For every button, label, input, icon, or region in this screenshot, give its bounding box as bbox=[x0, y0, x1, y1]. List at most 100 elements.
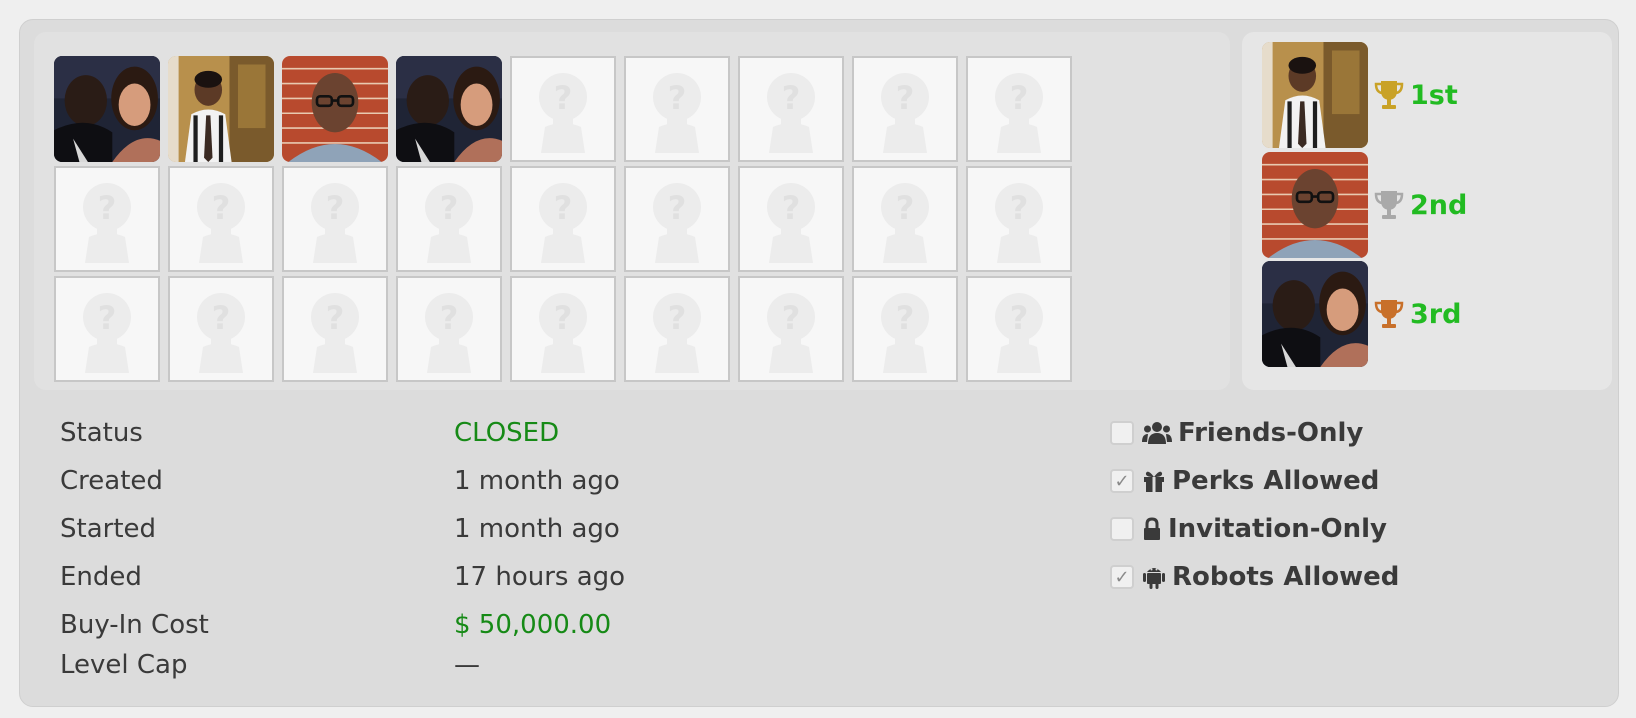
svg-text:?: ? bbox=[212, 189, 231, 227]
unknown-user-icon: ? bbox=[995, 293, 1043, 373]
android-icon bbox=[1142, 564, 1166, 590]
empty-slot: ? bbox=[966, 276, 1072, 382]
unknown-user-icon: ? bbox=[881, 183, 929, 263]
empty-slot: ? bbox=[396, 276, 502, 382]
svg-text:?: ? bbox=[554, 189, 573, 227]
option-perks-allowed: ✓ Perks Allowed bbox=[1110, 466, 1379, 496]
users-icon bbox=[1142, 420, 1172, 446]
participants-grid: ? ? ? ? ? ? ? ? ? ? ? ? ? ? ? ? ? ? ? ? … bbox=[54, 56, 1072, 382]
svg-text:?: ? bbox=[896, 189, 915, 227]
svg-text:?: ? bbox=[440, 299, 459, 337]
gold-trophy-icon bbox=[1374, 79, 1404, 111]
empty-slot: ? bbox=[510, 166, 616, 272]
silver-trophy-icon bbox=[1374, 189, 1404, 221]
unknown-user-icon: ? bbox=[311, 293, 359, 373]
empty-slot: ? bbox=[738, 276, 844, 382]
unknown-user-icon: ? bbox=[425, 293, 473, 373]
svg-text:?: ? bbox=[98, 189, 117, 227]
ended-label: Ended bbox=[60, 562, 142, 592]
winner-avatar[interactable] bbox=[1262, 42, 1368, 148]
svg-text:?: ? bbox=[440, 189, 459, 227]
participants-box: ? ? ? ? ? ? ? ? ? ? ? ? ? ? ? ? ? ? ? ? … bbox=[34, 32, 1230, 390]
svg-text:?: ? bbox=[896, 299, 915, 337]
empty-slot: ? bbox=[852, 276, 958, 382]
unknown-user-icon: ? bbox=[539, 73, 587, 153]
option-label: Perks Allowed bbox=[1172, 466, 1380, 496]
participant-avatar[interactable] bbox=[282, 56, 388, 162]
svg-text:?: ? bbox=[326, 299, 345, 337]
unknown-user-icon: ? bbox=[311, 183, 359, 263]
started-label: Started bbox=[60, 514, 157, 544]
unknown-user-icon: ? bbox=[653, 183, 701, 263]
empty-slot: ? bbox=[966, 166, 1072, 272]
svg-text:?: ? bbox=[1010, 189, 1029, 227]
empty-slot: ? bbox=[168, 276, 274, 382]
option-label: Invitation-Only bbox=[1168, 514, 1387, 544]
unknown-user-icon: ? bbox=[881, 73, 929, 153]
option-robots-allowed: ✓ Robots Allowed bbox=[1110, 562, 1399, 592]
option-label: Friends-Only bbox=[1178, 418, 1364, 448]
unknown-user-icon: ? bbox=[197, 183, 245, 263]
unknown-user-icon: ? bbox=[83, 183, 131, 263]
empty-slot: ? bbox=[510, 276, 616, 382]
winner-3rd: 3rd bbox=[1262, 261, 1461, 367]
game-details-panel: ? ? ? ? ? ? ? ? ? ? ? ? ? ? ? ? ? ? ? ? … bbox=[19, 19, 1619, 707]
buyin-label: Buy-In Cost bbox=[60, 610, 209, 640]
gift-icon bbox=[1142, 469, 1166, 493]
started-value: 1 month ago bbox=[454, 514, 620, 544]
svg-text:?: ? bbox=[668, 299, 687, 337]
empty-slot: ? bbox=[282, 166, 388, 272]
levelcap-label: Level Cap bbox=[60, 650, 188, 680]
unknown-user-icon: ? bbox=[539, 183, 587, 263]
svg-text:?: ? bbox=[554, 299, 573, 337]
svg-text:?: ? bbox=[98, 299, 117, 337]
unknown-user-icon: ? bbox=[425, 183, 473, 263]
participant-avatar[interactable] bbox=[54, 56, 160, 162]
winner-place: 1st bbox=[1410, 79, 1458, 111]
option-checkbox[interactable]: ✓ bbox=[1110, 469, 1134, 493]
status-value: CLOSED bbox=[454, 418, 560, 448]
ended-value: 17 hours ago bbox=[454, 562, 626, 592]
option-invitation-only: Invitation-Only bbox=[1110, 514, 1387, 544]
status-label: Status bbox=[60, 418, 143, 448]
buyin-value: $ 50,000.00 bbox=[454, 610, 612, 640]
unknown-user-icon: ? bbox=[995, 183, 1043, 263]
winner-avatar[interactable] bbox=[1262, 261, 1368, 367]
unknown-user-icon: ? bbox=[767, 293, 815, 373]
svg-text:?: ? bbox=[668, 189, 687, 227]
unknown-user-icon: ? bbox=[767, 73, 815, 153]
svg-text:?: ? bbox=[212, 299, 231, 337]
participant-avatar[interactable] bbox=[396, 56, 502, 162]
empty-slot: ? bbox=[282, 276, 388, 382]
lock-icon bbox=[1142, 517, 1162, 541]
empty-slot: ? bbox=[54, 276, 160, 382]
svg-text:?: ? bbox=[326, 189, 345, 227]
participant-avatar[interactable] bbox=[168, 56, 274, 162]
empty-slot: ? bbox=[54, 166, 160, 272]
svg-text:?: ? bbox=[554, 79, 573, 117]
unknown-user-icon: ? bbox=[995, 73, 1043, 153]
empty-slot: ? bbox=[738, 166, 844, 272]
winners-box: 1st 2nd 3rd bbox=[1242, 32, 1612, 390]
empty-slot: ? bbox=[624, 276, 730, 382]
option-checkbox[interactable]: ✓ bbox=[1110, 565, 1134, 589]
empty-slot: ? bbox=[852, 166, 958, 272]
empty-slot: ? bbox=[510, 56, 616, 162]
svg-text:?: ? bbox=[1010, 299, 1029, 337]
option-checkbox[interactable] bbox=[1110, 421, 1134, 445]
unknown-user-icon: ? bbox=[767, 183, 815, 263]
empty-slot: ? bbox=[738, 56, 844, 162]
empty-slot: ? bbox=[624, 56, 730, 162]
svg-text:?: ? bbox=[782, 79, 801, 117]
winner-avatar[interactable] bbox=[1262, 152, 1368, 258]
created-label: Created bbox=[60, 466, 163, 496]
option-checkbox[interactable] bbox=[1110, 517, 1134, 541]
unknown-user-icon: ? bbox=[197, 293, 245, 373]
empty-slot: ? bbox=[396, 166, 502, 272]
unknown-user-icon: ? bbox=[83, 293, 131, 373]
option-label: Robots Allowed bbox=[1172, 562, 1400, 592]
option-friends-only: Friends-Only bbox=[1110, 418, 1363, 448]
unknown-user-icon: ? bbox=[653, 73, 701, 153]
winner-2nd: 2nd bbox=[1262, 152, 1467, 258]
empty-slot: ? bbox=[624, 166, 730, 272]
